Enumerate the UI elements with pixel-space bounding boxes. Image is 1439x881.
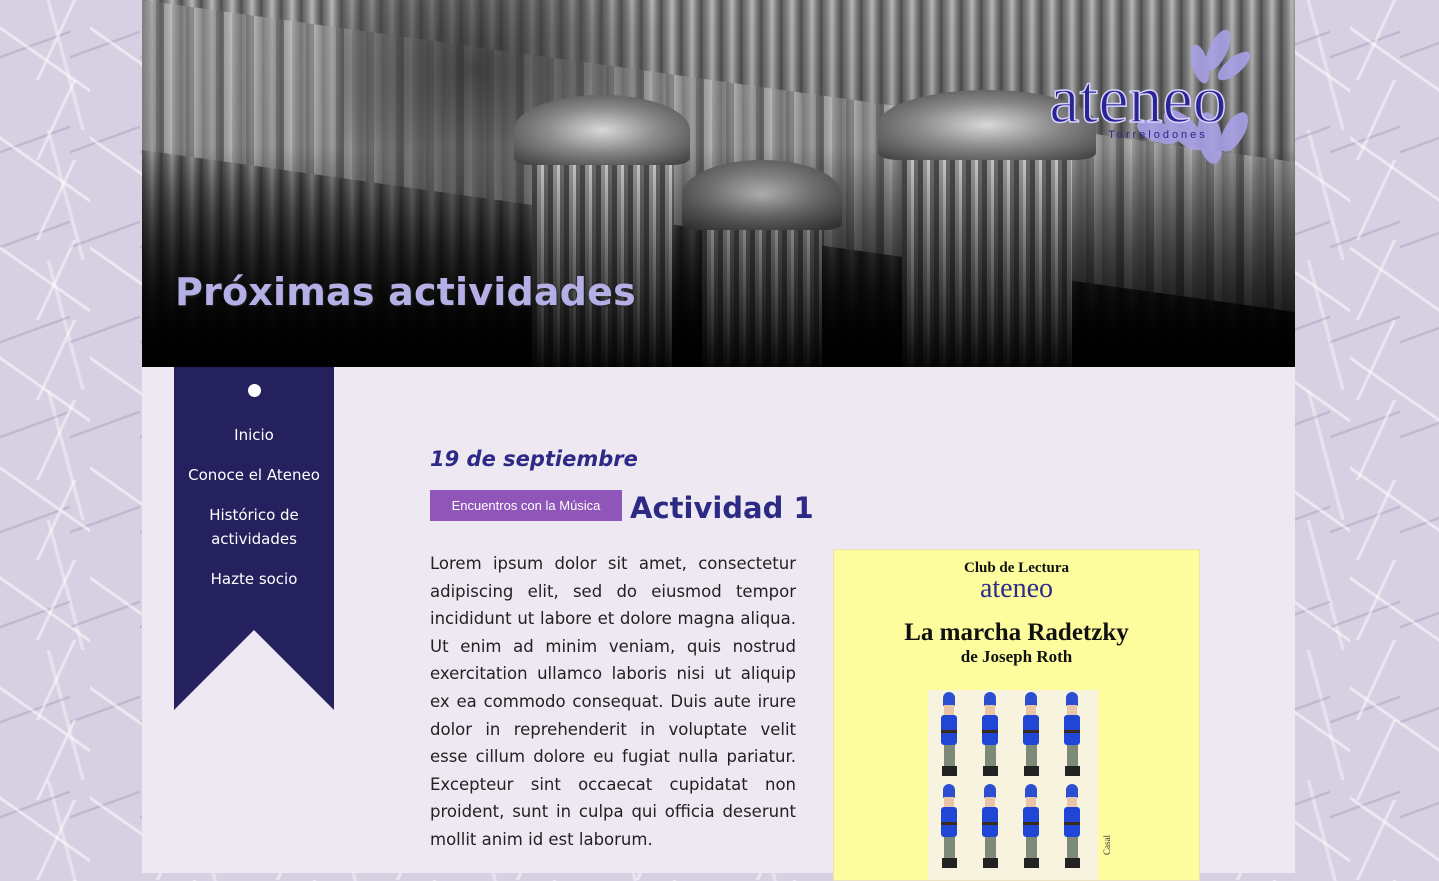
poster-illustration bbox=[928, 690, 1098, 880]
soldier-figure bbox=[940, 692, 958, 776]
svg-text:Torrelodones: Torrelodones bbox=[1108, 129, 1208, 141]
poster-credit: Casal bbox=[1102, 835, 1112, 855]
hero-banner: Próximas actividades ateneo Torrelodones bbox=[142, 0, 1295, 367]
sidebar-ribbon: Inicio Conoce el Ateneo Histórico de act… bbox=[174, 367, 334, 710]
sidebar-nav: Inicio Conoce el Ateneo Histórico de act… bbox=[174, 423, 334, 607]
nav-item-historico[interactable]: Histórico de actividades bbox=[174, 503, 334, 551]
event-title: Actividad 1 bbox=[630, 491, 814, 525]
event-title-row: Encuentros con la Música Actividad 1 bbox=[430, 490, 814, 526]
soldier-figure bbox=[940, 784, 958, 868]
hero-shade bbox=[142, 147, 1295, 367]
poster-logo: ateneo bbox=[979, 573, 1054, 604]
soldier-figure bbox=[981, 692, 999, 776]
poster-title: La marcha Radetzky bbox=[904, 619, 1129, 646]
event-poster-image: Club de Lectura ateneo La marcha Radetzk… bbox=[833, 549, 1200, 881]
page-title: Próximas actividades bbox=[175, 270, 636, 314]
nav-item-inicio[interactable]: Inicio bbox=[174, 423, 334, 447]
event-date: 19 de septiembre bbox=[430, 447, 638, 471]
ateneo-logo[interactable]: ateneo Torrelodones bbox=[988, 20, 1288, 170]
soldier-figure bbox=[981, 784, 999, 868]
svg-text:ateneo: ateneo bbox=[1049, 61, 1226, 137]
soldier-figure bbox=[1063, 784, 1081, 868]
page: Próximas actividades ateneo Torrelodones… bbox=[142, 0, 1295, 881]
soldier-figure bbox=[1063, 692, 1081, 776]
soldier-figure bbox=[1022, 784, 1040, 868]
category-badge[interactable]: Encuentros con la Música bbox=[430, 490, 622, 521]
dot-icon bbox=[248, 384, 261, 397]
event-description: Lorem ipsum dolor sit amet, consectetur … bbox=[430, 554, 796, 849]
nav-item-conoce-el-ateneo[interactable]: Conoce el Ateneo bbox=[174, 463, 334, 487]
nav-item-hazte-socio[interactable]: Hazte socio bbox=[174, 567, 334, 591]
event-content: 19 de septiembre Encuentros con la Músic… bbox=[430, 447, 1210, 881]
poster-author: de Joseph Roth bbox=[960, 647, 1073, 666]
soldier-figure bbox=[1022, 692, 1040, 776]
